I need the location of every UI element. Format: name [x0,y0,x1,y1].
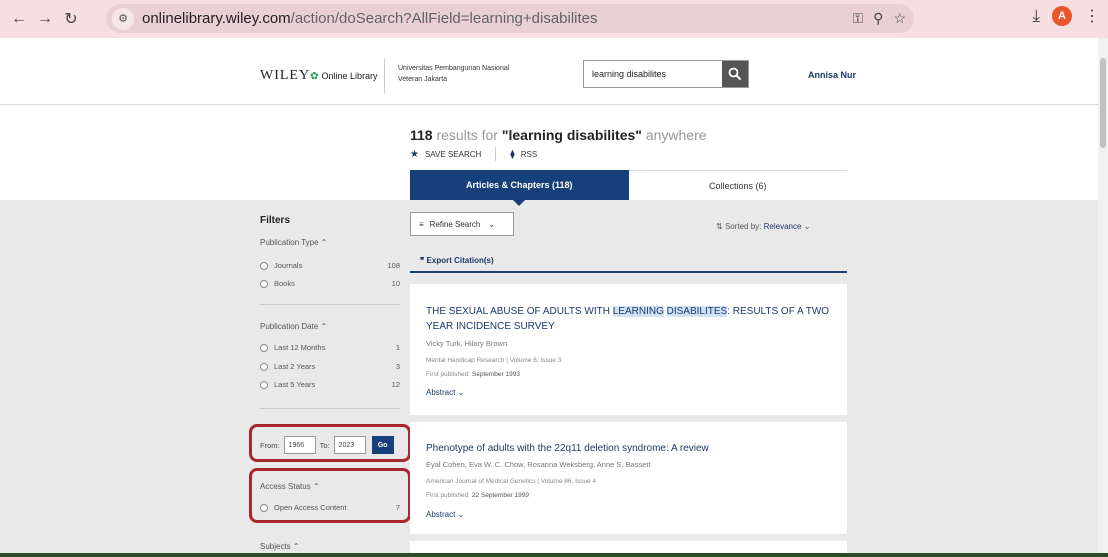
scrollbar-thumb[interactable] [1100,58,1106,148]
article-source[interactable]: Mental Handicap Research | Volume 6, Iss… [426,357,561,364]
filter-last-5-years[interactable]: Last 5 Years 12 [260,380,400,389]
result-card: Phenotype of adults with the 22q11 delet… [410,422,847,534]
search-input[interactable] [584,61,722,87]
chevron-up-icon: ⌃ [320,238,328,247]
article-authors[interactable]: Eyal Cohen, Eva W. C. Chow, Rosanna Weks… [426,460,651,469]
zoom-icon[interactable]: ⚲ [873,10,883,27]
article-title-link[interactable]: Phenotype of adults with the 22q11 delet… [426,441,836,456]
profile-avatar[interactable]: A [1052,6,1072,26]
article-published-date: First published: 22 September 1999 [426,492,529,499]
divider [260,304,400,305]
institution-name: Universitas Pembangunan Nasional Veteran… [398,65,510,83]
header-divider [384,58,385,94]
results-summary: 118 results for "learning disabilites" a… [410,127,707,143]
facet-subjects[interactable]: Subjects ⌃ [260,542,300,551]
chevron-down-icon: ⌄ [803,222,811,231]
filter-last-12-months[interactable]: Last 12 Months 1 [260,343,400,352]
filter-journals[interactable]: Journals 108 [260,261,400,270]
highlight-date-range-box [249,424,411,462]
result-card [410,541,847,553]
browser-menu-icon[interactable]: ⋮ [1084,6,1100,26]
filter-lines-icon: ≡ [419,219,424,229]
article-source[interactable]: American Journal of Medical Genetics | V… [426,478,596,485]
leaf-icon: ✿ [310,71,320,82]
export-citations-link[interactable]: ❞ Export Citation(s) [420,256,494,265]
chevron-down-icon: ⌄ [488,219,496,229]
site-settings-icon[interactable]: ⚙ [112,7,134,30]
facet-publication-date[interactable]: Publication Date ⌃ [260,322,327,331]
abstract-toggle[interactable]: Abstract ⌄ [426,388,464,397]
reload-icon[interactable]: ↻ [58,6,84,32]
browser-toolbar: ← → ↻ ⚙ onlinelibrary.wiley.com/action/d… [0,0,1108,38]
results-header: 118 results for "learning disabilites" a… [0,105,1098,206]
divider [260,408,400,409]
save-search-link[interactable]: SAVE SEARCH [425,150,481,159]
chevron-up-icon: ⌃ [292,542,300,551]
user-account-link[interactable]: Annisa Nur [808,70,856,80]
url-text[interactable]: onlinelibrary.wiley.com/action/doSearch?… [142,10,598,27]
rss-icon: ⧫ [510,148,515,159]
taskbar-strip [0,553,1108,557]
sort-icon: ⇅ [716,222,723,231]
results-tabs: Articles & Chapters (118) Collections (6… [410,170,847,206]
abstract-toggle[interactable]: Abstract ⌄ [426,510,464,519]
chevron-up-icon: ⌃ [320,322,328,331]
sort-dropdown[interactable]: ⇅ Sorted by: Relevance ⌄ [716,222,810,231]
radio-icon [260,261,268,270]
tab-articles-chapters[interactable]: Articles & Chapters (118) [410,170,629,206]
password-key-icon[interactable]: ⚿ [853,10,864,27]
quote-icon: ❞ [420,256,425,265]
article-authors[interactable]: Vicky Turk, Hilary Brown [426,339,507,348]
star-icon: ★ [410,148,419,160]
filters-title: Filters [260,215,291,226]
refine-search-button[interactable]: ≡ Refine Search ⌄ [410,212,514,236]
export-underline [410,271,847,273]
address-bar[interactable]: ⚙ onlinelibrary.wiley.com/action/doSearc… [106,4,914,33]
download-icon[interactable]: ⤓ [1032,6,1040,26]
page-scrollbar[interactable] [1098,38,1108,553]
rss-link[interactable]: RSS [521,150,537,159]
search-form [583,60,749,88]
site-header: WILEY✿ Online Library Universitas Pembang… [0,38,1098,105]
radio-icon [260,362,268,371]
tab-collections[interactable]: Collections (6) [628,170,847,200]
filter-last-2-years[interactable]: Last 2 Years 3 [260,362,400,371]
back-icon[interactable]: ← [6,6,32,32]
radio-icon [260,279,268,288]
result-card: THE SEXUAL ABUSE OF ADULTS WITH LEARNING… [410,284,847,415]
radio-icon [260,343,268,352]
facet-publication-type[interactable]: Publication Type ⌃ [260,238,328,247]
filter-books[interactable]: Books 10 [260,279,400,288]
article-title-link[interactable]: THE SEXUAL ABUSE OF ADULTS WITH LEARNING… [426,304,836,334]
search-icon [728,67,742,81]
radio-icon [260,380,268,389]
search-button[interactable] [722,61,748,87]
action-divider [495,147,497,161]
chevron-down-icon: ⌄ [457,510,465,519]
article-published-date: First published: September 1993 [426,371,520,378]
bookmark-star-icon[interactable]: ☆ [893,10,906,27]
wiley-logo[interactable]: WILEY✿ Online Library [260,68,378,84]
forward-icon[interactable]: → [32,6,58,32]
highlight-access-status-box [249,468,411,523]
chevron-down-icon: ⌄ [457,388,465,397]
